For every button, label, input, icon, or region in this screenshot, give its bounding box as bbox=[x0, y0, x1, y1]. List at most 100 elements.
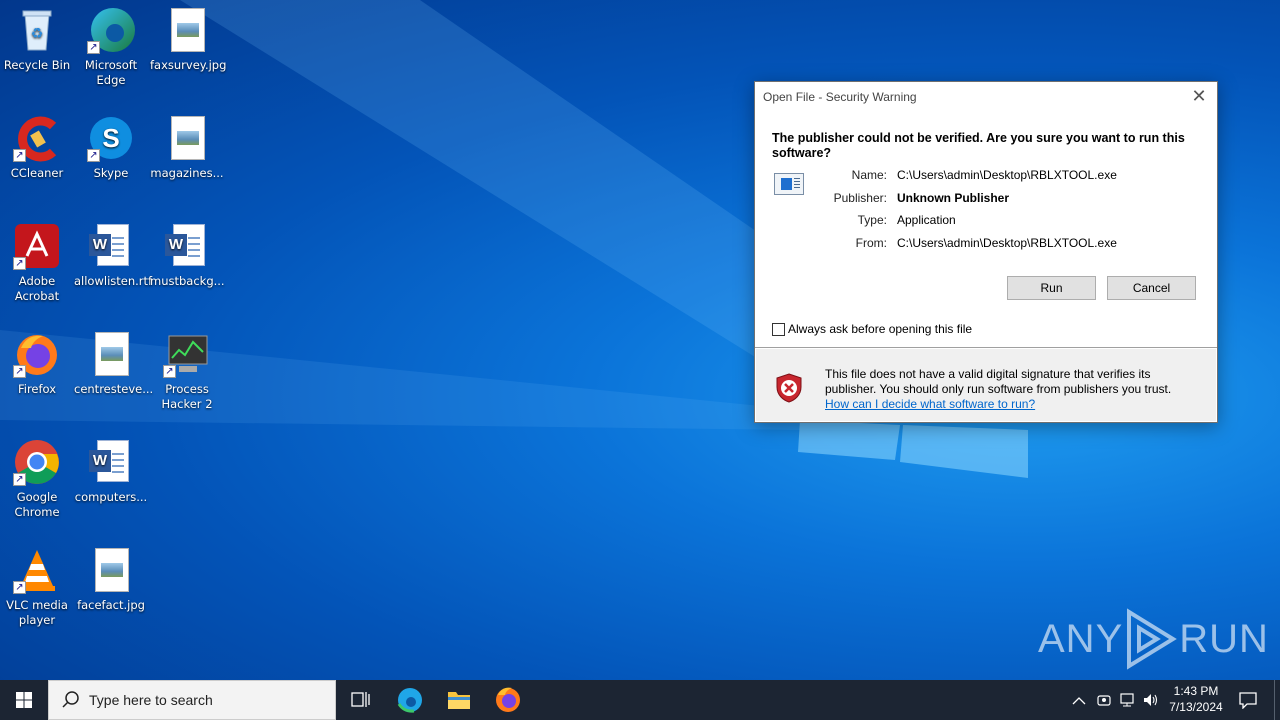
clock-date: 7/13/2024 bbox=[1169, 700, 1223, 714]
taskbar-file-explorer-button[interactable] bbox=[435, 680, 483, 720]
shortcut-arrow-icon: ↗ bbox=[163, 365, 176, 378]
field-value: C:\Users\admin\Desktop\RBLXTOOL.exe bbox=[897, 168, 1117, 182]
desktop-icon-magazines[interactable]: magazines... bbox=[150, 108, 224, 181]
task-view-button[interactable] bbox=[336, 680, 384, 720]
application-icon bbox=[774, 173, 804, 195]
search-placeholder: Type here to search bbox=[89, 692, 213, 708]
help-link[interactable]: How can I decide what software to run? bbox=[825, 397, 1035, 411]
desktop-icon-label: Recycle Bin bbox=[3, 58, 71, 72]
desktop-icon-ccleaner[interactable]: ↗ CCleaner bbox=[0, 108, 74, 181]
desktop-icon-computers[interactable]: W computers... bbox=[74, 432, 148, 505]
desktop-icon-label: facefact.jpg bbox=[77, 598, 145, 612]
desktop-icon-label: Firefox bbox=[17, 382, 57, 396]
acrobat-icon: ↗ bbox=[13, 222, 61, 270]
svg-text:♻: ♻ bbox=[31, 26, 44, 42]
edge-icon bbox=[397, 688, 422, 713]
field-name: Name: C:\Users\admin\Desktop\RBLXTOOL.ex… bbox=[825, 168, 1117, 182]
edge-icon: ↗ bbox=[87, 6, 135, 54]
desktop-icon-label: mustbackg... bbox=[150, 274, 225, 288]
desktop-icon-facefact[interactable]: facefact.jpg bbox=[74, 540, 148, 613]
desktop-icon-label: Process Hacker 2 bbox=[161, 382, 213, 411]
field-label: Name: bbox=[851, 168, 887, 182]
taskbar-firefox-button[interactable] bbox=[484, 680, 532, 720]
windows-logo-icon bbox=[16, 692, 32, 708]
desktop-icon-label: Microsoft Edge bbox=[84, 58, 138, 87]
taskbar: Type here to search 1:43 PM 7/13/2024 bbox=[0, 680, 1280, 720]
checkbox-box[interactable] bbox=[772, 322, 785, 336]
desktop-icon-adobe-acrobat[interactable]: ↗ Adobe Acrobat bbox=[0, 216, 74, 304]
run-button[interactable]: Run bbox=[1007, 276, 1096, 300]
desktop-icon-microsoft-edge[interactable]: ↗ Microsoft Edge bbox=[74, 0, 148, 88]
desktop-icon-recycle-bin[interactable]: ♻ Recycle Bin bbox=[0, 0, 74, 73]
desktop-icon-skype[interactable]: S ↗ Skype bbox=[74, 108, 148, 181]
clock[interactable]: 1:43 PM 7/13/2024 bbox=[1166, 684, 1226, 714]
desktop-icon-centresteve[interactable]: centresteve... bbox=[74, 324, 154, 397]
word-document-icon: W bbox=[163, 222, 211, 270]
watermark-text-left: ANY bbox=[1038, 616, 1124, 661]
desktop-icon-firefox[interactable]: ↗ Firefox bbox=[0, 324, 74, 397]
folder-icon bbox=[448, 692, 470, 709]
desktop-icon-process-hacker[interactable]: ↗ Process Hacker 2 bbox=[150, 324, 224, 412]
desktop-icon-vlc[interactable]: ↗ VLC media player bbox=[0, 540, 74, 628]
ccleaner-icon: ↗ bbox=[13, 114, 61, 162]
close-icon[interactable]: ✕ bbox=[1187, 85, 1211, 107]
field-publisher: Publisher: Unknown Publisher bbox=[825, 191, 1009, 205]
chevron-up-icon[interactable] bbox=[1072, 695, 1086, 705]
image-file-icon bbox=[163, 114, 211, 162]
skype-icon: S ↗ bbox=[87, 114, 135, 162]
desktop-icon-label: Google Chrome bbox=[14, 490, 60, 519]
word-document-icon: W bbox=[87, 222, 135, 270]
task-view-icon bbox=[351, 692, 370, 707]
field-value: C:\Users\admin\Desktop\RBLXTOOL.exe bbox=[897, 236, 1117, 250]
field-label: From: bbox=[855, 236, 887, 250]
field-label: Type: bbox=[857, 213, 887, 227]
process-hacker-icon: ↗ bbox=[163, 330, 211, 378]
security-warning-dialog: Open File - Security Warning ✕ The publi… bbox=[754, 81, 1218, 423]
shortcut-arrow-icon: ↗ bbox=[13, 581, 26, 594]
taskbar-edge-button[interactable] bbox=[386, 680, 434, 720]
show-desktop-button[interactable] bbox=[1274, 680, 1280, 720]
field-from: From: C:\Users\admin\Desktop\RBLXTOOL.ex… bbox=[825, 236, 1117, 250]
shortcut-arrow-icon: ↗ bbox=[13, 365, 26, 378]
desktop-icon-label: centresteve... bbox=[74, 382, 154, 396]
shortcut-arrow-icon: ↗ bbox=[87, 149, 100, 162]
field-value: Unknown Publisher bbox=[897, 191, 1010, 205]
firefox-icon: ↗ bbox=[13, 330, 61, 378]
recycle-bin-icon: ♻ bbox=[13, 6, 61, 54]
notification-icon[interactable] bbox=[1238, 691, 1258, 709]
desktop-icon-mustbackg[interactable]: W mustbackg... bbox=[150, 216, 225, 289]
volume-icon[interactable] bbox=[1142, 692, 1160, 708]
cancel-button[interactable]: Cancel bbox=[1107, 276, 1196, 300]
checkbox-label: Always ask before opening this file bbox=[788, 322, 973, 336]
desktop-icon-label: CCleaner bbox=[10, 166, 64, 180]
desktop-icon-allowlisten[interactable]: W allowlisten.rtf bbox=[74, 216, 152, 289]
taskbar-search-box[interactable]: Type here to search bbox=[48, 680, 336, 720]
desktop-icon-label: Skype bbox=[93, 166, 129, 180]
desktop-icon-label: VLC media player bbox=[6, 598, 68, 627]
desktop-icon-label: Adobe Acrobat bbox=[14, 274, 60, 303]
anyrun-watermark: ANY RUN bbox=[1038, 608, 1269, 670]
start-button[interactable] bbox=[0, 680, 48, 720]
vlc-icon: ↗ bbox=[13, 546, 61, 594]
desktop-icon-google-chrome[interactable]: ↗ Google Chrome bbox=[0, 432, 74, 520]
image-file-icon bbox=[87, 546, 135, 594]
warning-text: This file does not have a valid digital … bbox=[825, 367, 1172, 396]
always-ask-checkbox[interactable]: Always ask before opening this file bbox=[772, 322, 972, 336]
shortcut-arrow-icon: ↗ bbox=[87, 41, 100, 54]
desktop-icon-label: magazines... bbox=[150, 166, 224, 180]
meet-now-icon[interactable] bbox=[1096, 692, 1112, 708]
svg-text:S: S bbox=[102, 123, 119, 153]
desktop-icon-faxsurvey[interactable]: faxsurvey.jpg bbox=[150, 0, 226, 73]
desktop-icon-label: computers... bbox=[74, 490, 148, 504]
shield-error-icon bbox=[776, 373, 802, 403]
clock-time: 1:43 PM bbox=[1173, 684, 1219, 698]
field-value: Application bbox=[897, 213, 956, 227]
shortcut-arrow-icon: ↗ bbox=[13, 149, 26, 162]
shortcut-arrow-icon: ↗ bbox=[13, 473, 26, 486]
network-icon[interactable] bbox=[1118, 692, 1136, 708]
firefox-icon bbox=[496, 687, 520, 712]
play-logo-icon bbox=[1127, 608, 1178, 670]
field-type: Type: Application bbox=[825, 213, 956, 227]
field-label: Publisher: bbox=[833, 191, 887, 205]
shortcut-arrow-icon: ↗ bbox=[13, 257, 26, 270]
